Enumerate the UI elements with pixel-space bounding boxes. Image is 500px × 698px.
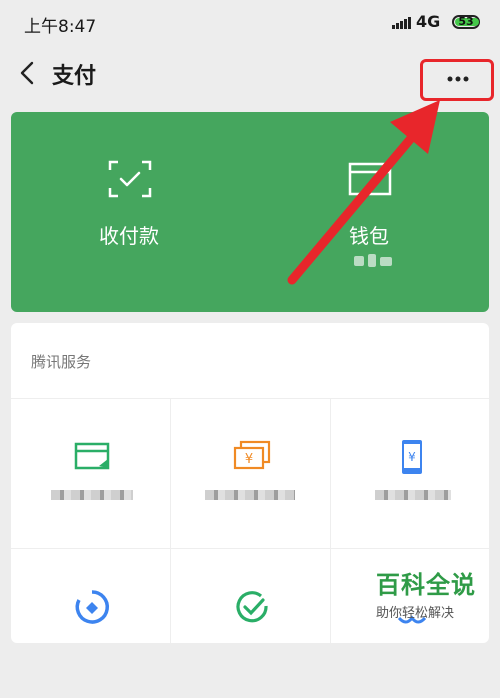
blurred-label — [205, 490, 295, 500]
network-type: 4G — [416, 12, 441, 31]
battery-level: 53 — [458, 15, 474, 28]
watermark-logo: 百科全说 助你轻松解决 — [376, 565, 492, 621]
back-button[interactable] — [14, 58, 42, 88]
blurred-label — [51, 490, 133, 500]
wallet-icon — [348, 162, 392, 196]
svg-text:¥: ¥ — [245, 452, 253, 467]
wealth-management-icon — [75, 590, 109, 624]
wallet-button[interactable]: 钱包 — [250, 112, 489, 312]
service-item-wealth[interactable] — [11, 548, 170, 698]
watermark-title: 百科全说 — [376, 571, 476, 599]
receive-pay-button[interactable]: 收付款 — [11, 112, 250, 312]
services-title: 腾讯服务 — [31, 353, 92, 371]
blurred-label — [375, 490, 451, 500]
scan-qr-check-icon — [108, 160, 152, 198]
insurance-check-icon — [236, 591, 268, 623]
service-item-transfer[interactable]: ¥ — [171, 398, 330, 548]
wallet-label: 钱包 — [349, 224, 389, 248]
svg-text:¥: ¥ — [408, 450, 416, 464]
page-title: 支付 — [52, 64, 97, 89]
status-time: 上午8:47 — [24, 17, 97, 37]
nav-bar: 支付 — [0, 44, 500, 104]
more-dots-icon — [447, 76, 469, 82]
status-bar: 上午8:47 4G 53 — [0, 0, 500, 44]
phone-topup-icon: ¥ — [402, 440, 422, 474]
receive-pay-label: 收付款 — [99, 224, 159, 248]
blurred-balance — [368, 254, 376, 267]
service-item-insurance[interactable] — [171, 548, 330, 698]
more-options-button[interactable] — [420, 59, 494, 101]
card-repay-icon — [74, 442, 110, 470]
payment-panel: 收付款 钱包 — [11, 112, 489, 312]
watermark-subtitle: 助你轻松解决 — [376, 606, 455, 621]
service-item-phone-topup[interactable]: ¥ — [331, 398, 490, 548]
service-item-card-repay[interactable] — [11, 398, 170, 548]
blurred-balance — [380, 257, 392, 266]
signal-icon — [392, 17, 412, 29]
battery-icon: 53 — [452, 15, 480, 29]
blurred-balance — [354, 256, 364, 266]
cash-transfer-icon: ¥ — [233, 440, 271, 470]
chevron-left-icon — [20, 61, 34, 85]
